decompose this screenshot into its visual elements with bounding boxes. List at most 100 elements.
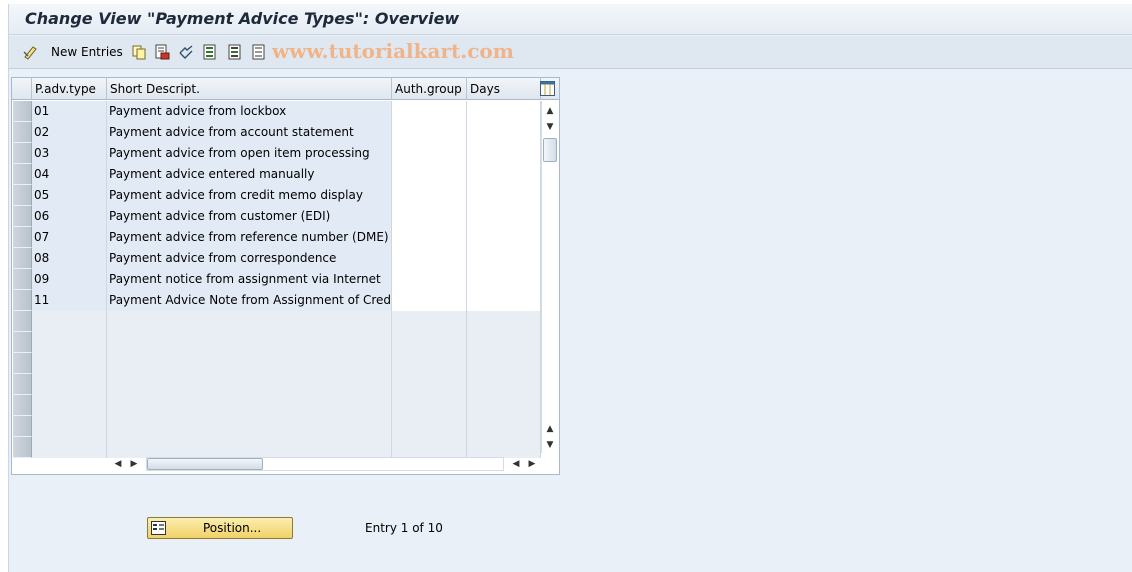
row-selector[interactable] [13, 416, 32, 437]
auth-group-field[interactable] [392, 227, 467, 248]
table-row[interactable]: 05 Payment advice from credit memo displ… [32, 185, 541, 206]
type-cell: 08 [32, 248, 107, 269]
auth-group-field[interactable] [392, 248, 467, 269]
empty-cell [392, 353, 467, 374]
scroll-left-icon[interactable]: ◀ [112, 458, 124, 470]
table-row[interactable]: 09 Payment notice from assignment via In… [32, 269, 541, 290]
vertical-scroll-thumb[interactable] [543, 138, 557, 162]
select-block-icon[interactable] [227, 44, 243, 60]
row-selector[interactable] [13, 374, 32, 395]
scroll-left-end-icon[interactable]: ◀ [510, 458, 522, 470]
empty-row [32, 416, 541, 437]
scroll-right-end-icon[interactable]: ▶ [526, 458, 538, 470]
row-selector[interactable] [13, 353, 32, 374]
empty-cell [107, 332, 392, 353]
table-row[interactable]: 04 Payment advice entered manually [32, 164, 541, 185]
auth-group-field[interactable] [392, 290, 467, 311]
row-selector[interactable] [13, 332, 32, 353]
row-selector[interactable] [13, 164, 32, 185]
copy-icon[interactable] [131, 44, 147, 60]
column-header-auth-group[interactable]: Auth.group [392, 78, 467, 100]
sap-window: Change View "Payment Advice Types": Over… [8, 4, 1132, 572]
row-selector[interactable] [13, 143, 32, 164]
empty-cell [467, 332, 541, 353]
auth-group-field[interactable] [392, 143, 467, 164]
table-row[interactable]: 01 Payment advice from lockbox [32, 101, 541, 122]
auth-group-field[interactable] [392, 185, 467, 206]
type-cell: 06 [32, 206, 107, 227]
days-field[interactable] [467, 101, 541, 122]
select-all-icon[interactable] [202, 44, 218, 60]
scroll-up-icon[interactable]: ▲ [544, 105, 556, 117]
row-selector[interactable] [13, 248, 32, 269]
empty-row [32, 437, 541, 458]
horizontal-scroll-track[interactable] [146, 457, 504, 471]
scroll-down-icon[interactable]: ▼ [544, 439, 556, 451]
vertical-scrollbar[interactable]: ▲ ▼ ▲ ▼ [541, 101, 558, 453]
days-field[interactable] [467, 206, 541, 227]
row-selector[interactable] [13, 269, 32, 290]
type-cell: 07 [32, 227, 107, 248]
page-title: Change View "Payment Advice Types": Over… [25, 9, 460, 28]
row-selector[interactable] [13, 227, 32, 248]
empty-row [32, 374, 541, 395]
auth-group-field[interactable] [392, 164, 467, 185]
auth-group-field[interactable] [392, 101, 467, 122]
description-cell: Payment advice from correspondence [107, 248, 392, 269]
empty-cell [107, 437, 392, 458]
table-row[interactable]: 02 Payment advice from account statement [32, 122, 541, 143]
row-selector[interactable] [13, 206, 32, 227]
type-cell: 02 [32, 122, 107, 143]
empty-cell [107, 353, 392, 374]
column-header-description[interactable]: Short Descript. [107, 78, 392, 100]
table-row[interactable]: 07 Payment advice from reference number … [32, 227, 541, 248]
days-field[interactable] [467, 122, 541, 143]
auth-group-field[interactable] [392, 122, 467, 143]
delete-icon[interactable] [154, 44, 170, 60]
row-selector[interactable] [13, 185, 32, 206]
days-field[interactable] [467, 269, 541, 290]
auth-group-field[interactable] [392, 206, 467, 227]
description-cell: Payment Advice Note from Assignment of C… [107, 290, 392, 311]
empty-row [32, 395, 541, 416]
new-entries-button[interactable]: New Entries [51, 45, 123, 59]
table-row[interactable]: 06 Payment advice from customer (EDI) [32, 206, 541, 227]
days-field[interactable] [467, 227, 541, 248]
row-selector[interactable] [13, 311, 32, 332]
position-button[interactable]: Position... [147, 517, 293, 539]
deselect-all-icon[interactable] [251, 44, 267, 60]
description-cell: Payment advice from customer (EDI) [107, 206, 392, 227]
display-change-icon[interactable] [23, 44, 39, 60]
days-field[interactable] [467, 164, 541, 185]
select-all-rows-corner[interactable] [12, 78, 32, 100]
days-field[interactable] [467, 290, 541, 311]
empty-cell [467, 374, 541, 395]
empty-cell [32, 311, 107, 332]
position-button-label: Position... [203, 521, 262, 535]
page-down-icon[interactable]: ▲ [544, 423, 556, 435]
empty-cell [32, 395, 107, 416]
days-field[interactable] [467, 248, 541, 269]
table-row[interactable]: 03 Payment advice from open item process… [32, 143, 541, 164]
description-cell: Payment advice from reference number (DM… [107, 227, 392, 248]
table-row[interactable]: 11 Payment Advice Note from Assignment o… [32, 290, 541, 311]
column-header-days[interactable]: Days [467, 78, 541, 100]
undo-icon[interactable] [178, 44, 194, 60]
page-up-icon[interactable]: ▼ [544, 121, 556, 133]
empty-cell [32, 374, 107, 395]
horizontal-scroll-thumb[interactable] [147, 458, 263, 470]
horizontal-scrollbar[interactable]: ◀ ▶ ◀ ▶ [106, 456, 536, 472]
scroll-right-icon[interactable]: ▶ [128, 458, 140, 470]
row-selector[interactable] [13, 290, 32, 311]
table-row[interactable]: 08 Payment advice from correspondence [32, 248, 541, 269]
row-selector[interactable] [13, 122, 32, 143]
row-selector[interactable] [13, 395, 32, 416]
row-selector[interactable] [13, 437, 32, 458]
row-selector[interactable] [13, 101, 32, 122]
empty-cell [467, 311, 541, 332]
days-field[interactable] [467, 185, 541, 206]
column-header-type[interactable]: P.adv.type [32, 78, 107, 100]
auth-group-field[interactable] [392, 269, 467, 290]
days-field[interactable] [467, 143, 541, 164]
table-settings-icon[interactable] [540, 81, 555, 96]
